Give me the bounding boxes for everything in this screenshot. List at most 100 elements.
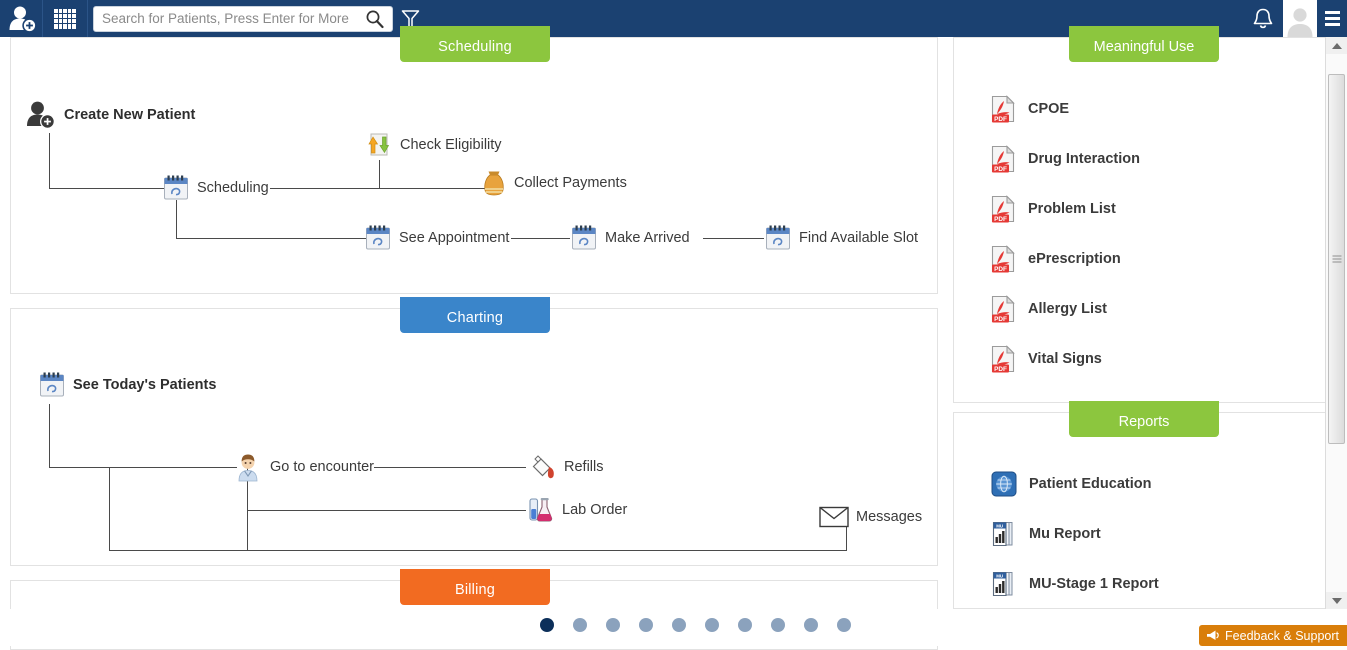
feedback-support-label: Feedback & Support	[1225, 628, 1339, 643]
right-column: Meaningful Use PDF CPOE PDF Drug Interac…	[953, 26, 1335, 609]
meaningful-use-list: PDF CPOE PDF Drug Interaction PDF Proble…	[991, 84, 1140, 384]
list-item-cpoe[interactable]: PDF CPOE	[991, 84, 1140, 134]
calendar-icon	[766, 225, 790, 250]
document-exchange-icon	[368, 133, 390, 156]
pagination-dot[interactable]	[771, 618, 785, 632]
pagination-dot[interactable]	[738, 618, 752, 632]
doctor-icon	[238, 454, 258, 482]
connector-line	[176, 200, 177, 239]
scroll-down-arrow-icon	[1331, 597, 1342, 604]
apps-grid-button[interactable]	[43, 0, 87, 37]
node-see-appointment[interactable]: See Appointment	[364, 224, 509, 252]
section-title-scheduling[interactable]: Scheduling	[400, 26, 550, 62]
section-title-charting[interactable]: Charting	[400, 297, 550, 333]
report-chart-icon: MU	[992, 521, 1013, 547]
connector-line	[511, 238, 570, 239]
node-collect-payments[interactable]: Collect Payments	[481, 169, 627, 197]
scrollbar-up-button[interactable]	[1326, 37, 1347, 54]
lab-flask-icon	[529, 498, 553, 522]
calendar-icon	[40, 372, 64, 397]
scroll-up-arrow-icon	[1331, 42, 1342, 49]
node-lab-order[interactable]: Lab Order	[527, 496, 627, 524]
search-icon[interactable]	[365, 9, 385, 29]
scrollbar-track[interactable]	[1326, 54, 1347, 592]
envelope-icon	[819, 506, 849, 528]
add-patient-button[interactable]	[4, 0, 42, 37]
pagination-dots	[540, 618, 851, 632]
search-container	[93, 5, 393, 32]
user-avatar-icon	[1283, 4, 1317, 37]
main-menu-button[interactable]	[1317, 0, 1347, 37]
feedback-support-button[interactable]: Feedback & Support	[1199, 625, 1347, 646]
node-label: Create New Patient	[64, 107, 196, 123]
list-item-label: Vital Signs	[1028, 351, 1102, 367]
node-find-available-slot[interactable]: Find Available Slot	[764, 224, 918, 252]
node-messages[interactable]: Messages	[819, 505, 922, 529]
pagination-dot[interactable]	[672, 618, 686, 632]
svg-text:PDF: PDF	[994, 266, 1007, 273]
pagination-dot[interactable]	[573, 618, 587, 632]
node-go-to-encounter[interactable]: Go to encounter	[233, 452, 374, 482]
svg-text:PDF: PDF	[994, 166, 1007, 173]
workflow-section-scheduling: Scheduling Create New Patient Scheduling…	[10, 26, 938, 294]
list-item-allergy-list[interactable]: PDF Allergy List	[991, 284, 1140, 334]
calendar-icon	[572, 225, 596, 250]
connector-line	[374, 467, 526, 468]
pagination-dot[interactable]	[639, 618, 653, 632]
list-item-eprescription[interactable]: PDF ePrescription	[991, 234, 1140, 284]
connector-line	[49, 133, 50, 189]
add-user-icon	[9, 6, 37, 33]
section-title-billing[interactable]: Billing	[400, 569, 550, 605]
hamburger-menu-icon	[1324, 23, 1340, 26]
user-avatar-button[interactable]	[1283, 0, 1317, 37]
list-item-patient-education[interactable]: Patient Education	[991, 459, 1159, 509]
panel-title-meaningful-use[interactable]: Meaningful Use	[1069, 26, 1219, 62]
pill-refill-icon	[532, 455, 554, 479]
toolbar-divider	[87, 0, 88, 37]
list-item-label: Problem List	[1028, 201, 1116, 217]
node-refills[interactable]: Refills	[529, 453, 603, 481]
add-user-icon	[27, 101, 55, 129]
pdf-icon: PDF	[991, 145, 1015, 173]
topbar-right-group	[1243, 0, 1347, 37]
calendar-icon	[164, 175, 188, 200]
pagination-dot[interactable]	[540, 618, 554, 632]
list-item-problem-list[interactable]: PDF Problem List	[991, 184, 1140, 234]
connector-line	[176, 238, 366, 239]
main-content: Scheduling Create New Patient Scheduling…	[0, 26, 1335, 650]
page-scrollbar[interactable]	[1325, 37, 1347, 609]
node-scheduling[interactable]: Scheduling	[162, 174, 269, 202]
pdf-icon: PDF	[991, 345, 1015, 373]
node-label: Collect Payments	[514, 175, 627, 191]
scrollbar-thumb[interactable]	[1328, 74, 1345, 444]
node-see-todays-patients[interactable]: See Today's Patients	[38, 371, 216, 399]
svg-text:PDF: PDF	[994, 216, 1007, 223]
list-item-label: Allergy List	[1028, 301, 1107, 317]
node-label: Refills	[564, 459, 604, 475]
pagination-dot[interactable]	[606, 618, 620, 632]
node-create-new-patient[interactable]: Create New Patient	[25, 100, 195, 130]
bell-icon	[1253, 8, 1273, 28]
search-input[interactable]	[93, 5, 393, 32]
notifications-button[interactable]	[1243, 0, 1283, 37]
node-make-arrived[interactable]: Make Arrived	[570, 224, 690, 252]
list-item-mu-report[interactable]: MU Mu Report	[991, 509, 1159, 559]
connector-line	[49, 467, 237, 468]
connector-line	[247, 510, 526, 511]
scrollbar-down-button[interactable]	[1326, 592, 1347, 609]
connector-line	[703, 238, 764, 239]
report-chart-icon: MU	[992, 571, 1013, 597]
connector-line	[49, 188, 166, 189]
panel-title-reports[interactable]: Reports	[1069, 401, 1219, 437]
node-check-eligibility[interactable]: Check Eligibility	[365, 131, 502, 159]
workflow-section-charting: Charting See Today's Patients Go to enco…	[10, 297, 938, 566]
list-item-vital-signs[interactable]: PDF Vital Signs	[991, 334, 1140, 384]
list-item-drug-interaction[interactable]: PDF Drug Interaction	[991, 134, 1140, 184]
pagination-dot[interactable]	[705, 618, 719, 632]
node-label: Go to encounter	[270, 459, 374, 475]
list-item-label: Mu Report	[1029, 526, 1101, 542]
pdf-icon: PDF	[991, 245, 1015, 273]
pagination-dot[interactable]	[837, 618, 851, 632]
list-item-mu-stage-1-report[interactable]: MU MU-Stage 1 Report	[991, 559, 1159, 609]
pagination-dot[interactable]	[804, 618, 818, 632]
